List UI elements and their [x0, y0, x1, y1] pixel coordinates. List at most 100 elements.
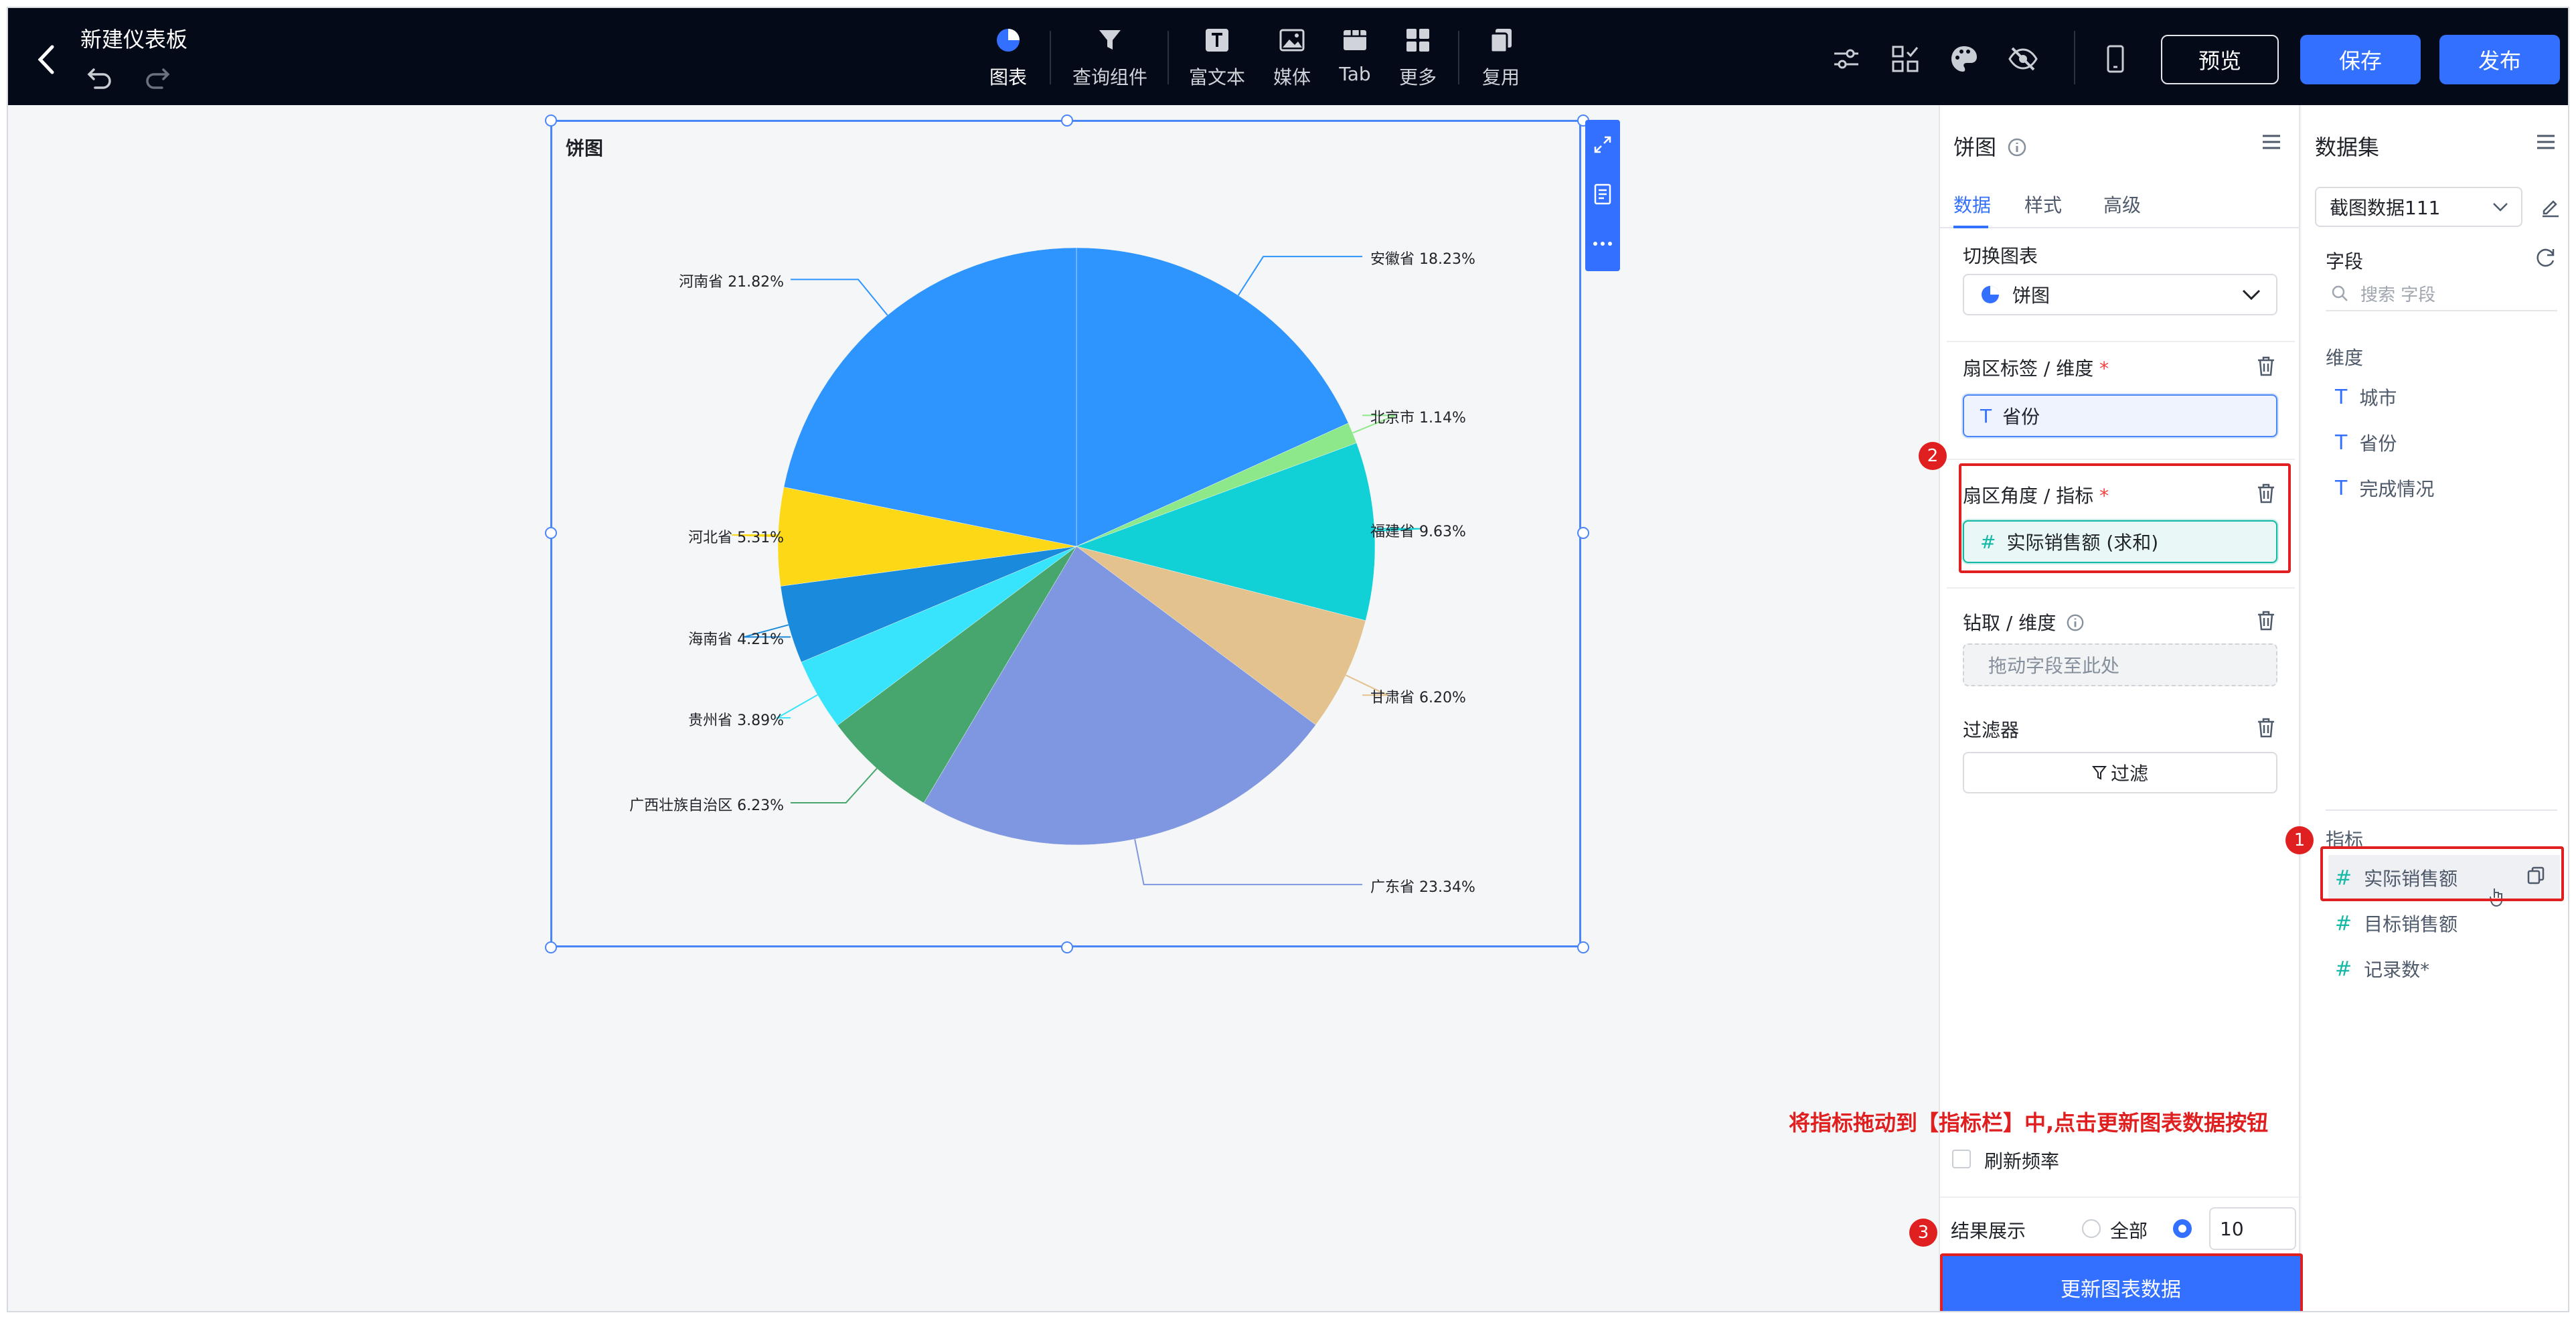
chart-type-select[interactable]: 饼图	[1963, 274, 2277, 315]
tool-query[interactable]: 查询组件	[1072, 24, 1147, 98]
fields-label: 字段	[2326, 250, 2364, 273]
eye-hidden-icon[interactable]	[2007, 43, 2039, 75]
toolbar-divider	[1458, 31, 1459, 84]
step-badge: 1	[2285, 826, 2314, 854]
measure-label: 记录数*	[2364, 959, 2430, 981]
tool-tab[interactable]: Tab	[1339, 24, 1371, 98]
text-type-icon: T	[2335, 431, 2348, 455]
sector-label-field[interactable]: T 省份	[1963, 394, 2277, 437]
info-icon[interactable]	[2007, 137, 2027, 157]
sliders-icon[interactable]	[1830, 43, 1862, 75]
layout-check-icon[interactable]	[1889, 43, 1921, 75]
text-type-icon: T	[1980, 404, 1992, 427]
pie-slice-label: 安徽省 18.23%	[1370, 251, 1475, 268]
mobile-icon[interactable]	[2099, 43, 2131, 75]
pie-chart-icon	[992, 24, 1024, 56]
result-label: 结果展示	[1951, 1220, 2026, 1242]
refresh-checkbox[interactable]	[1952, 1150, 1971, 1168]
tool-richtext[interactable]: 富文本	[1189, 24, 1245, 98]
measure-item-target-sales[interactable]: # 目标销售额	[2335, 910, 2458, 937]
menu-icon[interactable]	[2534, 131, 2557, 153]
expand-icon[interactable]	[1585, 120, 1620, 169]
resize-handle[interactable]	[1061, 941, 1073, 953]
sector-label-value: 省份	[2002, 406, 2040, 428]
field-search-input[interactable]: 搜索 字段	[2326, 277, 2557, 311]
active-tab-indicator	[1953, 226, 1988, 228]
dimension-label: 城市	[2359, 387, 2397, 409]
tab-advanced[interactable]: 高级	[2103, 191, 2141, 218]
tool-chart[interactable]: 图表	[989, 24, 1027, 98]
result-all-label: 全部	[2110, 1220, 2148, 1242]
switch-chart-label: 切换图表	[1963, 245, 2038, 267]
redo-icon[interactable]	[143, 63, 171, 91]
resize-handle[interactable]	[545, 527, 557, 539]
tool-label: 富文本	[1189, 66, 1246, 88]
dimension-item-city[interactable]: T 城市	[2335, 384, 2397, 410]
config-title: 饼图	[1953, 131, 2027, 161]
instruction-note: 将指标拖动到【指标栏】中,点击更新图表数据按钮	[1789, 1110, 2269, 1136]
result-all-radio[interactable]	[2082, 1219, 2101, 1238]
sector-label-title: 扇区标签 / 维度 *	[1963, 358, 2109, 380]
step-badge: 2	[1919, 442, 1947, 470]
document-icon[interactable]	[1585, 169, 1620, 219]
pie-leader-line	[1237, 256, 1362, 296]
dataset-select[interactable]: 截图数据111	[2315, 187, 2522, 227]
pie-slice-label: 广西壮族自治区 6.23%	[629, 797, 784, 814]
resize-handle[interactable]	[1061, 114, 1073, 127]
result-count-input[interactable]: 10	[2209, 1207, 2296, 1250]
section-divider	[1947, 459, 2295, 460]
section-divider	[1947, 587, 2295, 589]
info-icon[interactable]	[2066, 613, 2085, 632]
dimension-item-province[interactable]: T 省份	[2335, 429, 2397, 456]
tool-media[interactable]: 媒体	[1273, 24, 1311, 98]
tool-more[interactable]: 更多	[1399, 24, 1437, 98]
tab-data[interactable]: 数据	[1953, 191, 1991, 218]
menu-icon[interactable]	[2260, 131, 2283, 153]
copy-icon	[1485, 24, 1517, 56]
edit-icon[interactable]	[2540, 196, 2561, 218]
text-box-icon	[1201, 24, 1233, 56]
highlight-box-measure	[2320, 846, 2564, 901]
tab-icon	[1339, 24, 1371, 56]
measure-item-record-count[interactable]: # 记录数*	[2335, 955, 2429, 982]
tool-reuse[interactable]: 复用	[1482, 24, 1520, 98]
toolbar-divider	[2074, 31, 2075, 84]
resize-handle[interactable]	[1577, 527, 1589, 539]
pie-leader-line	[1134, 839, 1362, 886]
tool-label: 复用	[1482, 66, 1520, 88]
back-arrow-icon[interactable]	[33, 43, 60, 76]
tool-label: Tab	[1339, 63, 1371, 85]
tab-style[interactable]: 样式	[2024, 191, 2062, 218]
dashboard-title[interactable]: 新建仪表板	[80, 23, 187, 54]
measure-label: 目标销售额	[2364, 913, 2458, 935]
funnel-icon	[1094, 24, 1126, 56]
config-title-text: 饼图	[1953, 135, 1997, 160]
step-badge: 3	[1909, 1219, 1937, 1247]
filter-title: 过滤器	[1963, 719, 2020, 741]
dashboard-canvas[interactable]: 饼图 安徽省 18.23% 北京市 1.14% 福建省 9.63% 甘肃省 6.20%…	[8, 105, 1937, 1311]
palette-icon[interactable]	[1948, 43, 1980, 75]
trash-icon[interactable]	[2256, 356, 2276, 377]
filter-button[interactable]: 过滤	[1963, 752, 2277, 793]
publish-button[interactable]: 发布	[2439, 35, 2560, 84]
dimension-item-status[interactable]: T 完成情况	[2335, 475, 2434, 501]
pie-slice-label: 河南省 21.82%	[679, 274, 784, 291]
refresh-label: 刷新频率	[1984, 1150, 2060, 1172]
preview-button[interactable]: 预览	[2161, 35, 2279, 84]
section-divider	[2326, 809, 2557, 811]
text-type-icon: T	[2335, 385, 2348, 409]
result-count-radio[interactable]	[2173, 1219, 2192, 1238]
resize-handle[interactable]	[545, 114, 557, 127]
drill-dropzone[interactable]: 拖动字段至此处	[1963, 643, 2277, 686]
resize-handle[interactable]	[1577, 941, 1589, 953]
chevron-down-icon	[2242, 289, 2261, 301]
dimensions-label: 维度	[2326, 347, 2364, 369]
more-dots-icon[interactable]	[1585, 219, 1620, 268]
trash-icon[interactable]	[2256, 610, 2276, 631]
trash-icon[interactable]	[2256, 717, 2276, 739]
save-button[interactable]: 保存	[2300, 35, 2421, 84]
chart-widget[interactable]: 饼图 安徽省 18.23% 北京市 1.14% 福建省 9.63% 甘肃省 6.20%…	[550, 120, 1581, 947]
resize-handle[interactable]	[545, 941, 557, 953]
refresh-icon[interactable]	[2534, 246, 2557, 268]
undo-icon[interactable]	[86, 63, 114, 91]
